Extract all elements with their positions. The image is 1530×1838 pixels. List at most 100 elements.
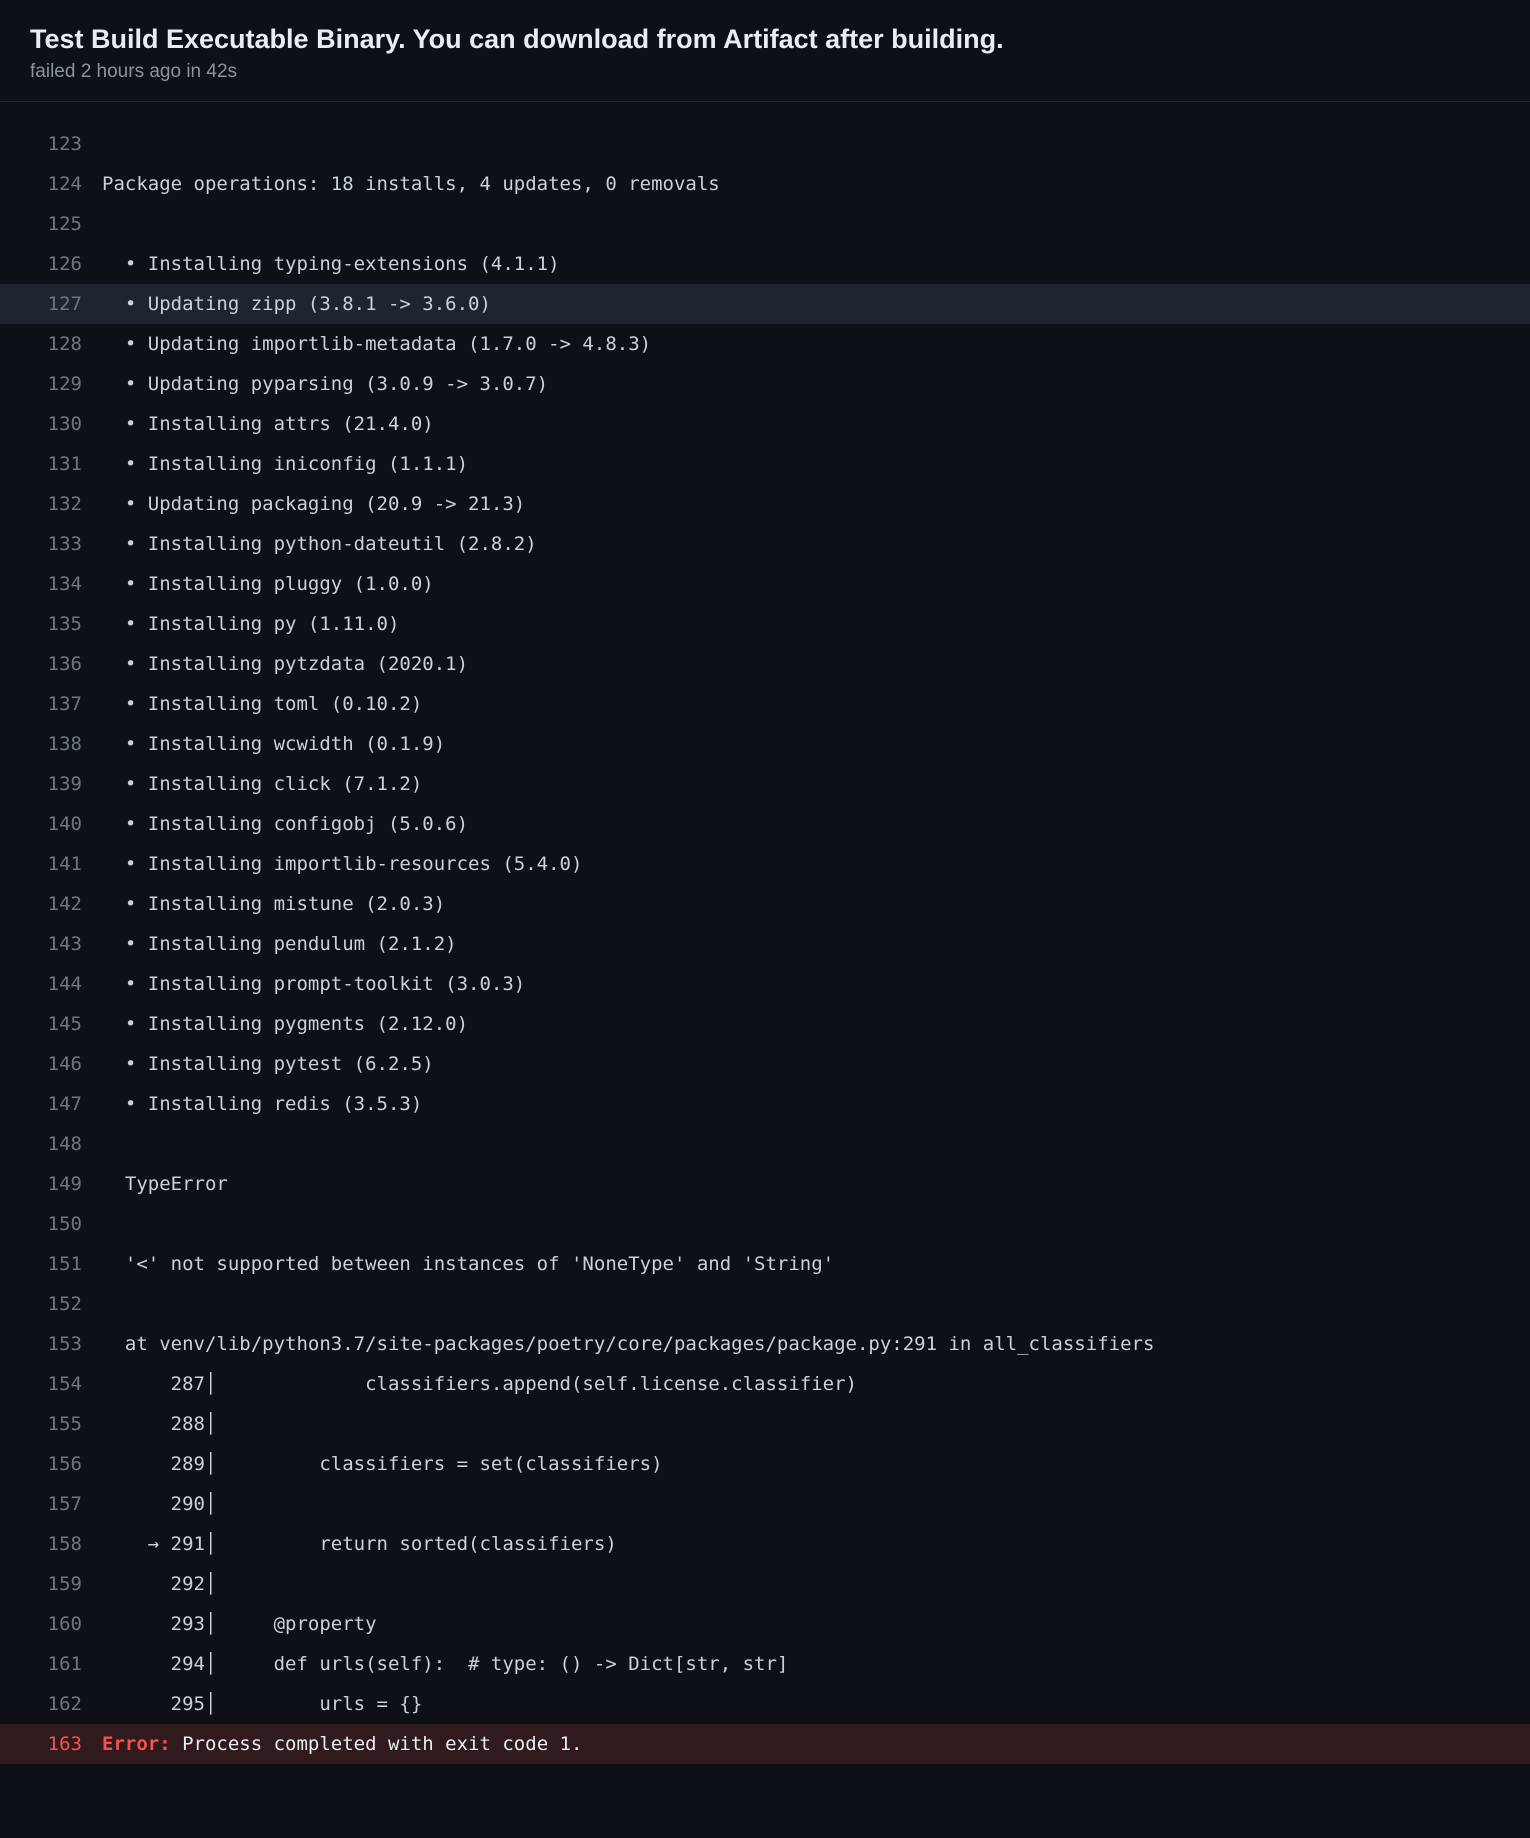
- line-number[interactable]: 148: [0, 1124, 102, 1164]
- log-content: 288│: [102, 1404, 1530, 1444]
- line-number[interactable]: 139: [0, 764, 102, 804]
- line-number[interactable]: 163: [0, 1724, 102, 1764]
- log-line[interactable]: 143 • Installing pendulum (2.1.2): [0, 924, 1530, 964]
- line-number[interactable]: 142: [0, 884, 102, 924]
- log-content: • Installing redis (3.5.3): [102, 1084, 1530, 1124]
- run-status: failed 2 hours ago in 42s: [30, 61, 1500, 83]
- line-number[interactable]: 154: [0, 1364, 102, 1404]
- line-number[interactable]: 152: [0, 1284, 102, 1324]
- log-content: → 291│ return sorted(classifiers): [102, 1524, 1530, 1564]
- log-line[interactable]: 130 • Installing attrs (21.4.0): [0, 404, 1530, 444]
- line-number[interactable]: 127: [0, 284, 102, 324]
- log-line[interactable]: 157 290│: [0, 1484, 1530, 1524]
- log-line[interactable]: 147 • Installing redis (3.5.3): [0, 1084, 1530, 1124]
- line-number[interactable]: 128: [0, 324, 102, 364]
- line-number[interactable]: 133: [0, 524, 102, 564]
- log-content: 293│ @property: [102, 1604, 1530, 1644]
- log-line[interactable]: 144 • Installing prompt-toolkit (3.0.3): [0, 964, 1530, 1004]
- line-number[interactable]: 159: [0, 1564, 102, 1604]
- log-line[interactable]: 161 294│ def urls(self): # type: () -> D…: [0, 1644, 1530, 1684]
- line-number[interactable]: 143: [0, 924, 102, 964]
- line-number[interactable]: 156: [0, 1444, 102, 1484]
- log-line[interactable]: 156 289│ classifiers = set(classifiers): [0, 1444, 1530, 1484]
- line-number[interactable]: 151: [0, 1244, 102, 1284]
- line-number[interactable]: 125: [0, 204, 102, 244]
- log-line[interactable]: 150: [0, 1204, 1530, 1244]
- log-line[interactable]: 154 287│ classifiers.append(self.license…: [0, 1364, 1530, 1404]
- log-line[interactable]: 148: [0, 1124, 1530, 1164]
- line-number[interactable]: 145: [0, 1004, 102, 1044]
- line-number[interactable]: 135: [0, 604, 102, 644]
- log-content: • Installing pygments (2.12.0): [102, 1004, 1530, 1044]
- log-line[interactable]: 132 • Updating packaging (20.9 -> 21.3): [0, 484, 1530, 524]
- line-number[interactable]: 153: [0, 1324, 102, 1364]
- line-number[interactable]: 124: [0, 164, 102, 204]
- line-number[interactable]: 150: [0, 1204, 102, 1244]
- log-line[interactable]: 137 • Installing toml (0.10.2): [0, 684, 1530, 724]
- log-line[interactable]: 138 • Installing wcwidth (0.1.9): [0, 724, 1530, 764]
- line-number[interactable]: 132: [0, 484, 102, 524]
- line-number[interactable]: 155: [0, 1404, 102, 1444]
- log-content: TypeError: [102, 1164, 1530, 1204]
- log-content: '<' not supported between instances of '…: [102, 1244, 1530, 1284]
- log-line[interactable]: 135 • Installing py (1.11.0): [0, 604, 1530, 644]
- log-line[interactable]: 162 295│ urls = {}: [0, 1684, 1530, 1724]
- line-number[interactable]: 141: [0, 844, 102, 884]
- log-line[interactable]: 139 • Installing click (7.1.2): [0, 764, 1530, 804]
- log-line[interactable]: 142 • Installing mistune (2.0.3): [0, 884, 1530, 924]
- log-content: 290│: [102, 1484, 1530, 1524]
- log-line[interactable]: 125: [0, 204, 1530, 244]
- log-content: • Installing prompt-toolkit (3.0.3): [102, 964, 1530, 1004]
- log-content: • Installing py (1.11.0): [102, 604, 1530, 644]
- log-content: • Installing typing-extensions (4.1.1): [102, 244, 1530, 284]
- line-number[interactable]: 138: [0, 724, 102, 764]
- log-line[interactable]: 159 292│: [0, 1564, 1530, 1604]
- log-line[interactable]: 141 • Installing importlib-resources (5.…: [0, 844, 1530, 884]
- line-number[interactable]: 162: [0, 1684, 102, 1724]
- log-line[interactable]: 146 • Installing pytest (6.2.5): [0, 1044, 1530, 1084]
- log-output[interactable]: 123124Package operations: 18 installs, 4…: [0, 102, 1530, 1764]
- line-number[interactable]: 130: [0, 404, 102, 444]
- line-number[interactable]: 131: [0, 444, 102, 484]
- log-line[interactable]: 163Error: Process completed with exit co…: [0, 1724, 1530, 1764]
- line-number[interactable]: 147: [0, 1084, 102, 1124]
- log-content: • Installing python-dateutil (2.8.2): [102, 524, 1530, 564]
- line-number[interactable]: 129: [0, 364, 102, 404]
- log-line[interactable]: 127 • Updating zipp (3.8.1 -> 3.6.0): [0, 284, 1530, 324]
- log-line[interactable]: 123: [0, 124, 1530, 164]
- log-line[interactable]: 145 • Installing pygments (2.12.0): [0, 1004, 1530, 1044]
- log-content: • Installing iniconfig (1.1.1): [102, 444, 1530, 484]
- line-number[interactable]: 161: [0, 1644, 102, 1684]
- log-line[interactable]: 128 • Updating importlib-metadata (1.7.0…: [0, 324, 1530, 364]
- log-content: • Updating importlib-metadata (1.7.0 -> …: [102, 324, 1530, 364]
- line-number[interactable]: 160: [0, 1604, 102, 1644]
- log-line[interactable]: 124Package operations: 18 installs, 4 up…: [0, 164, 1530, 204]
- log-line[interactable]: 160 293│ @property: [0, 1604, 1530, 1644]
- log-content: • Installing mistune (2.0.3): [102, 884, 1530, 924]
- log-line[interactable]: 140 • Installing configobj (5.0.6): [0, 804, 1530, 844]
- log-line[interactable]: 151 '<' not supported between instances …: [0, 1244, 1530, 1284]
- log-line[interactable]: 158 → 291│ return sorted(classifiers): [0, 1524, 1530, 1564]
- log-line[interactable]: 149 TypeError: [0, 1164, 1530, 1204]
- log-line[interactable]: 134 • Installing pluggy (1.0.0): [0, 564, 1530, 604]
- log-line[interactable]: 136 • Installing pytzdata (2020.1): [0, 644, 1530, 684]
- line-number[interactable]: 134: [0, 564, 102, 604]
- log-line[interactable]: 152: [0, 1284, 1530, 1324]
- line-number[interactable]: 144: [0, 964, 102, 1004]
- log-line[interactable]: 155 288│: [0, 1404, 1530, 1444]
- line-number[interactable]: 140: [0, 804, 102, 844]
- log-line[interactable]: 131 • Installing iniconfig (1.1.1): [0, 444, 1530, 484]
- log-content: • Installing toml (0.10.2): [102, 684, 1530, 724]
- log-line[interactable]: 133 • Installing python-dateutil (2.8.2): [0, 524, 1530, 564]
- line-number[interactable]: 137: [0, 684, 102, 724]
- line-number[interactable]: 136: [0, 644, 102, 684]
- line-number[interactable]: 126: [0, 244, 102, 284]
- line-number[interactable]: 123: [0, 124, 102, 164]
- log-line[interactable]: 153 at venv/lib/python3.7/site-packages/…: [0, 1324, 1530, 1364]
- line-number[interactable]: 146: [0, 1044, 102, 1084]
- line-number[interactable]: 157: [0, 1484, 102, 1524]
- line-number[interactable]: 158: [0, 1524, 102, 1564]
- line-number[interactable]: 149: [0, 1164, 102, 1204]
- log-line[interactable]: 126 • Installing typing-extensions (4.1.…: [0, 244, 1530, 284]
- log-line[interactable]: 129 • Updating pyparsing (3.0.9 -> 3.0.7…: [0, 364, 1530, 404]
